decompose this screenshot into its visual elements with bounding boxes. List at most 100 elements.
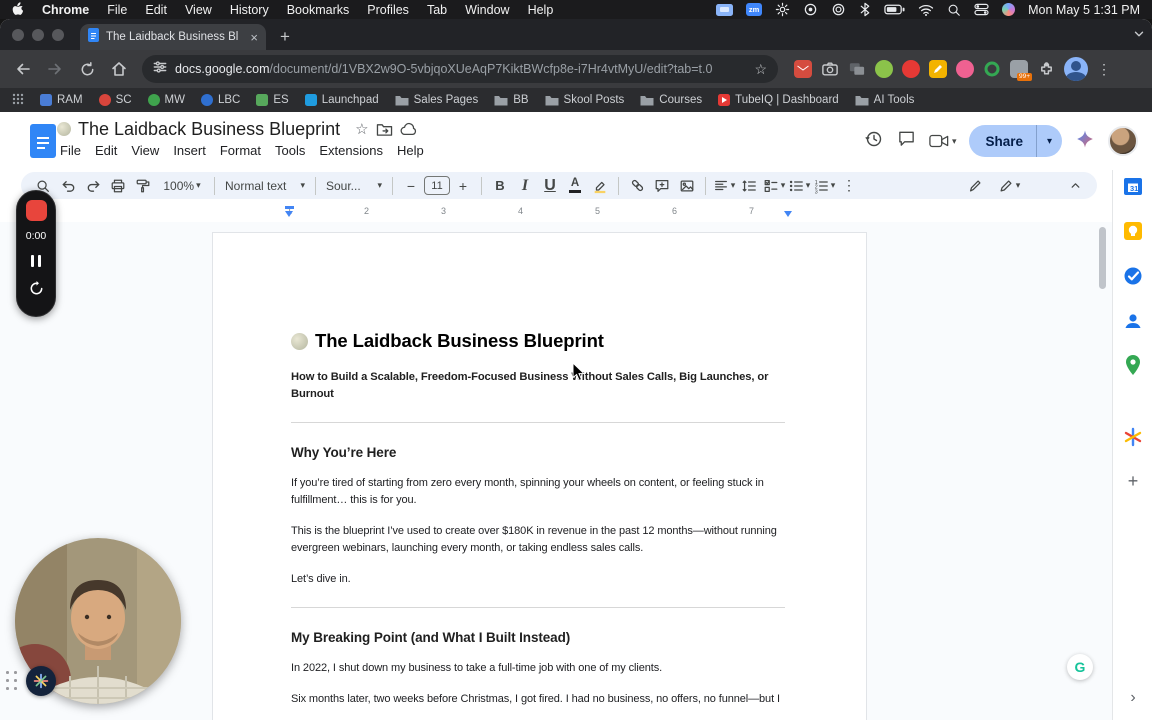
back-icon[interactable] [10,56,36,82]
first-line-indent-marker[interactable] [285,206,294,209]
star-doc-icon[interactable]: ☆ [355,120,368,138]
font-size-input[interactable]: 11 [424,176,450,195]
badged-extension-icon[interactable]: 99+ [1010,60,1032,81]
widget-drag-handle[interactable] [6,671,18,691]
browser-profile-avatar[interactable] [1064,57,1088,81]
right-indent-marker[interactable] [784,211,792,217]
font-family-select[interactable]: Sour... ▾ [322,174,386,198]
window-zoom-button[interactable] [52,29,64,41]
meet-caret-icon[interactable]: ▾ [952,136,957,147]
text-color-button[interactable]: A [563,174,587,198]
meet-video-icon[interactable]: ▾ [929,133,957,149]
document-page[interactable]: 🥱 The Laidback Business Blueprint How to… [212,232,867,720]
docs-menu-help[interactable]: Help [390,141,431,160]
site-settings-icon[interactable] [153,60,167,79]
forward-icon[interactable] [42,56,68,82]
docs-menu-file[interactable]: File [53,141,88,160]
bookmark-folder-skool-posts[interactable]: Skool Posts [545,94,624,106]
apps-grid-icon[interactable] [12,93,24,108]
apple-logo-icon[interactable] [12,1,24,18]
stop-recording-button[interactable] [25,200,47,221]
pink-extension-icon[interactable] [956,60,974,78]
tasks-icon[interactable] [1120,263,1146,289]
bluetooth-icon[interactable] [859,2,871,17]
menubar-item-edit[interactable]: Edit [145,3,167,17]
version-history-icon[interactable] [864,129,884,154]
pause-recording-button[interactable] [31,255,41,267]
menubar-item-tab[interactable]: Tab [427,3,447,17]
bookmark-folder-ai-tools[interactable]: AI Tools [855,94,914,106]
menubar-item-bookmarks[interactable]: Bookmarks [287,3,350,17]
red-extension-icon[interactable] [902,60,920,78]
get-addons-button[interactable]: + [1120,468,1146,494]
more-toolbar-icon[interactable]: ⋮ [837,174,861,198]
docs-menu-edit[interactable]: Edit [88,141,124,160]
addon-asterisk-icon[interactable] [1120,424,1146,450]
checklist-select[interactable]: ▾ [762,174,786,198]
recording-status-icon[interactable] [803,2,818,17]
bookmark-folder-courses[interactable]: Courses [640,94,702,106]
bookmark-mw[interactable]: MW [147,94,185,106]
numbered-list-select[interactable]: 1 2 3 ▾ [812,174,836,198]
home-icon[interactable] [106,56,132,82]
docs-menu-extensions[interactable]: Extensions [312,141,390,160]
paint-format-icon[interactable] [131,174,155,198]
bold-button[interactable]: B [488,174,512,198]
restart-recording-button[interactable] [28,280,45,302]
bookmark-sc[interactable]: SC [98,94,132,106]
mail-extension-icon[interactable] [794,60,812,78]
siri-icon[interactable] [1002,3,1016,16]
address-bar[interactable]: docs.google.com/document/d/1VBX2w9O-5vbj… [142,55,778,83]
paragraph-style-select[interactable]: Normal text ▾ [221,174,309,198]
menubar-item-profiles[interactable]: Profiles [367,3,409,17]
pen-tool-icon[interactable] [963,174,987,198]
menubar-item-help[interactable]: Help [528,3,554,17]
tab-search-chevron-icon[interactable] [1132,27,1146,46]
gemini-sparkle-icon[interactable] [1075,129,1095,154]
line-spacing-icon[interactable] [737,174,761,198]
increase-font-size-button[interactable]: + [451,174,475,198]
print-icon[interactable] [106,174,130,198]
browser-menu-icon[interactable]: ⋮ [1097,61,1111,78]
browser-tab[interactable]: The Laidback Business Bl × [80,24,266,50]
bookmark-lbc[interactable]: LBC [200,94,240,106]
bookmark-ram[interactable]: RAM [40,94,83,106]
menubar-item-chrome[interactable]: Chrome [42,3,89,17]
share-button[interactable]: Share ▾ [969,125,1062,157]
windows-extension-icon[interactable] [848,60,866,78]
menubar-clock[interactable]: Mon May 5 1:31 PM [1028,3,1140,17]
insert-link-icon[interactable] [625,174,649,198]
editing-mode-select[interactable]: ▾ [997,174,1021,198]
contacts-icon[interactable] [1120,308,1146,334]
comments-icon[interactable] [897,129,916,153]
grammarly-button[interactable]: G [1067,654,1093,680]
highlight-color-button[interactable] [588,174,612,198]
menubar-item-view[interactable]: View [185,3,212,17]
bookmark-star-icon[interactable]: ☆ [754,61,767,78]
extensions-puzzle-icon[interactable] [1037,60,1055,78]
ruler[interactable]: 1 2 3 4 5 6 7 [0,202,1152,222]
italic-button[interactable]: I [513,174,537,198]
redo-icon[interactable] [81,174,105,198]
screenshot-extension-icon[interactable] [821,60,839,78]
user-avatar[interactable] [1108,126,1138,156]
wifi-icon[interactable] [918,4,934,16]
add-comment-icon[interactable] [650,174,674,198]
undo-icon[interactable] [56,174,80,198]
bulleted-list-select[interactable]: ▾ [787,174,811,198]
doc-title[interactable]: The Laidback Business Blueprint [78,119,340,140]
align-select[interactable]: ▾ [712,174,736,198]
tab-close-icon[interactable]: × [250,31,258,44]
menubar-item-file[interactable]: File [107,3,127,17]
hide-side-panel-icon[interactable]: › [1120,685,1146,711]
window-minimize-button[interactable] [32,29,44,41]
docs-menu-view[interactable]: View [124,141,166,160]
control-center-icon[interactable] [974,3,989,16]
menubar-item-history[interactable]: History [230,3,269,17]
cloud-status-icon[interactable] [400,122,418,136]
decrease-font-size-button[interactable]: − [399,174,423,198]
recorder-menu-button[interactable] [26,666,56,696]
green-extension-icon[interactable] [875,60,893,78]
app-status-icon[interactable] [831,2,846,17]
keep-icon[interactable] [1120,218,1146,244]
